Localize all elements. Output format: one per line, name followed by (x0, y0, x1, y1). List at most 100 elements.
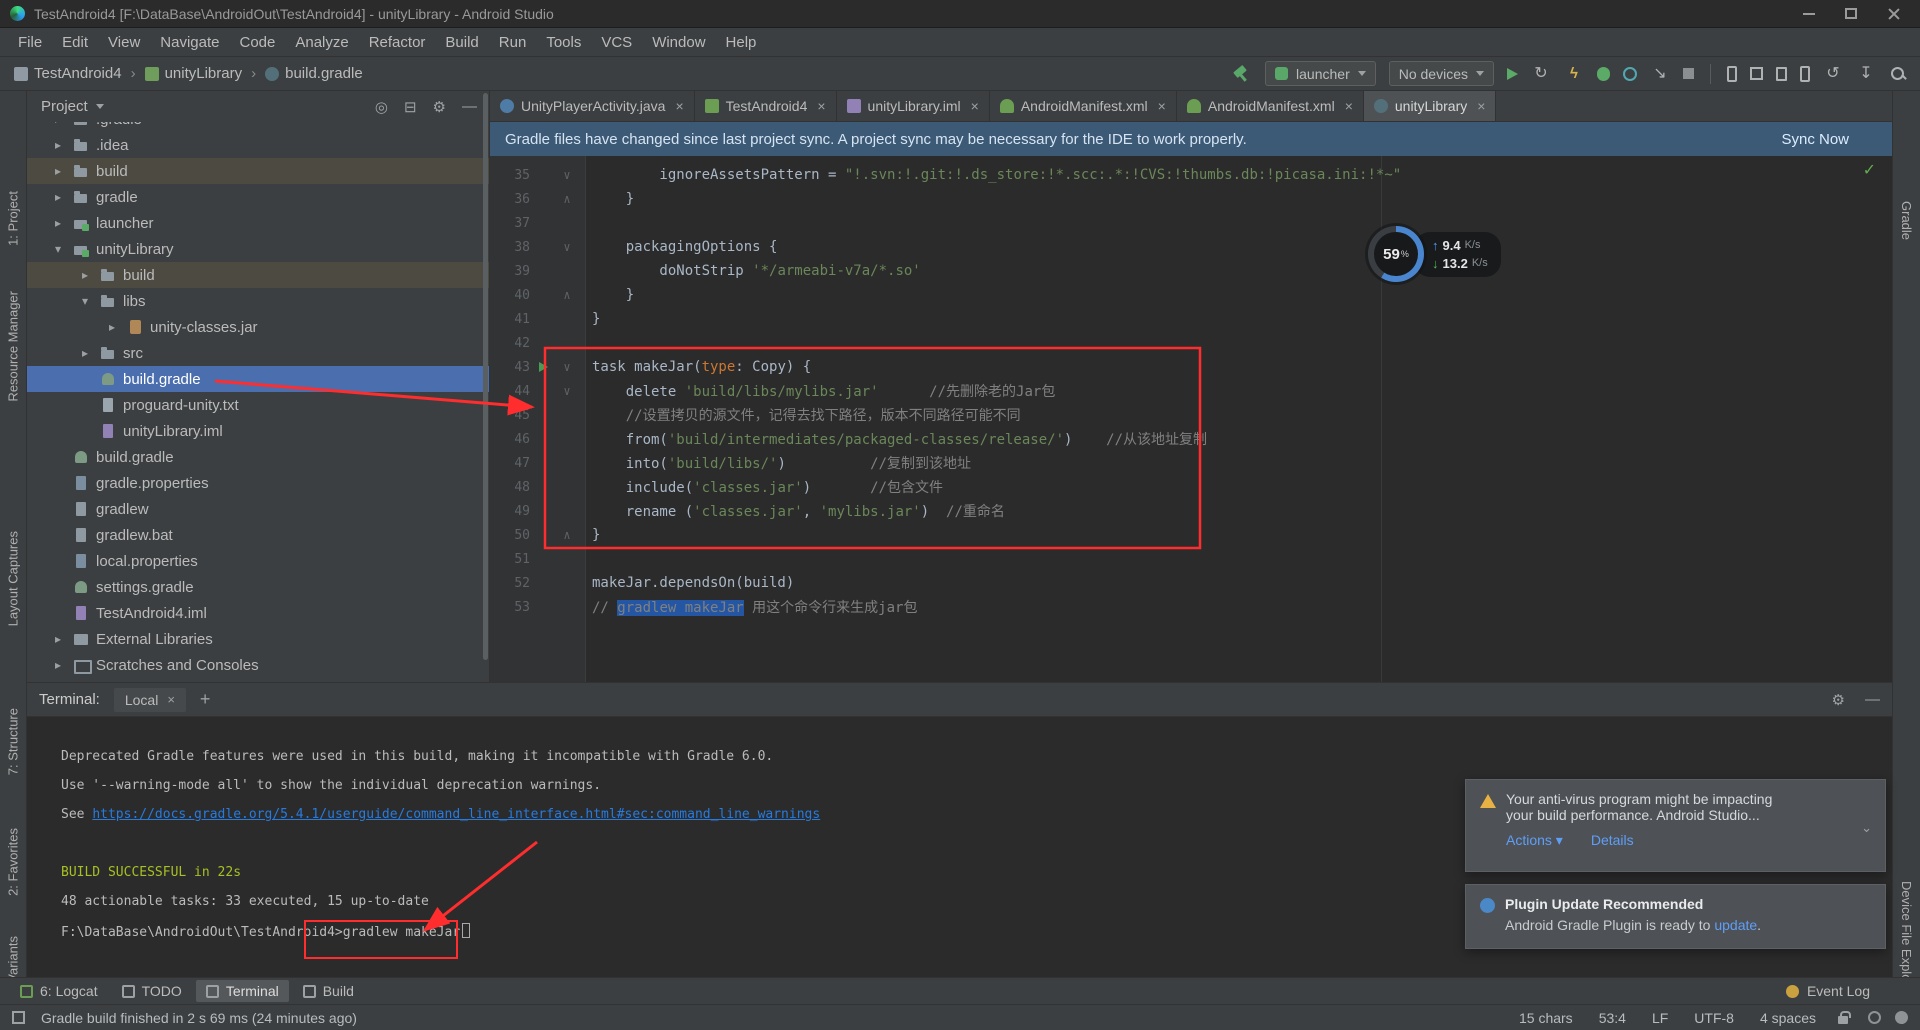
fold-icon[interactable]: ∨ (556, 168, 578, 182)
status-widget-lf[interactable]: LF (1652, 1010, 1668, 1026)
layout-inspector-button[interactable] (1750, 67, 1763, 80)
menu-item-run[interactable]: Run (489, 31, 537, 54)
fold-icon[interactable]: ∧ (556, 528, 578, 542)
collapse-all-icon[interactable]: ⊟ (404, 98, 417, 116)
menu-item-analyze[interactable]: Analyze (285, 31, 358, 54)
tree-item-settings-gradle[interactable]: settings.gradle (27, 574, 489, 600)
tree-item-gradle[interactable]: ▸ .gradle (27, 122, 489, 132)
chevron-right-icon[interactable]: ▸ (82, 346, 100, 360)
apply-code-changes-button[interactable]: ϟ (1564, 64, 1584, 84)
close-icon[interactable]: × (167, 692, 175, 707)
run-button[interactable] (1507, 67, 1518, 80)
tree-item-build-gradle[interactable]: build.gradle (27, 366, 489, 392)
sdk-manager-button[interactable]: ↧ (1856, 64, 1876, 84)
tree-item-build[interactable]: ▸ build (27, 262, 489, 288)
hide-panel-icon[interactable]: — (462, 98, 477, 115)
chevron-right-icon[interactable]: ▸ (55, 190, 73, 204)
device-manager-button[interactable] (1727, 65, 1737, 82)
notifications-icon[interactable] (1895, 1011, 1908, 1024)
tree-item-idea[interactable]: ▸ .idea (27, 132, 489, 158)
avd-manager-button[interactable] (1800, 65, 1810, 82)
lock-icon[interactable] (1838, 1010, 1851, 1024)
tree-item-src[interactable]: ▸ src (27, 340, 489, 366)
tree-item-gradlew[interactable]: gradlew (27, 496, 489, 522)
run-gutter-icon[interactable] (530, 362, 556, 372)
attach-debugger-button[interactable]: ↘ (1650, 64, 1670, 84)
tree-item-external-libraries[interactable]: ▸ External Libraries (27, 626, 489, 652)
tab-unitylibrary[interactable]: unityLibrary × (1363, 91, 1497, 121)
code-editor[interactable]: ✓ 35 ∨ ignoreAssetsPattern = "!.svn:!.git… (490, 156, 1892, 682)
tool-button-6-logcat[interactable]: 6: Logcat (10, 980, 108, 1002)
minimize-button[interactable] (1803, 12, 1815, 15)
tree-item-scratches-and-consoles[interactable]: ▸ Scratches and Consoles (27, 652, 489, 678)
update-link[interactable]: update (1714, 917, 1757, 933)
stop-button[interactable] (1683, 68, 1694, 79)
search-everywhere-button[interactable] (1889, 65, 1906, 82)
tool-button-terminal[interactable]: Terminal (195, 980, 289, 1002)
close-tab-icon[interactable]: × (1345, 98, 1353, 114)
tool-window-switcher-icon[interactable] (12, 1011, 25, 1024)
actions-dropdown-link[interactable]: Actions ▾ (1506, 832, 1563, 849)
close-tab-icon[interactable]: × (1158, 98, 1166, 114)
chevron-right-icon[interactable]: ▸ (55, 138, 73, 152)
menu-item-window[interactable]: Window (642, 31, 715, 54)
tool-button-2-favorites[interactable]: 2: Favorites (6, 828, 21, 896)
tab-androidmanifest-xml[interactable]: AndroidManifest.xml × (990, 91, 1177, 121)
breadcrumb-item-build-gradle[interactable]: build.gradle (265, 65, 363, 82)
menu-item-file[interactable]: File (8, 31, 52, 54)
apply-changes-button[interactable]: ↻ (1531, 64, 1551, 84)
menu-item-vcs[interactable]: VCS (591, 31, 642, 54)
chevron-down-icon[interactable]: ▾ (55, 242, 73, 256)
status-widget-4-spaces[interactable]: 4 spaces (1760, 1010, 1816, 1026)
tree-item-proguard-unity-txt[interactable]: proguard-unity.txt (27, 392, 489, 418)
tab-androidmanifest-xml[interactable]: AndroidManifest.xml × (1177, 91, 1364, 121)
terminal-tab-local[interactable]: Local × (113, 687, 186, 712)
chevron-right-icon[interactable]: ▸ (109, 320, 127, 334)
gear-icon[interactable]: ⚙ (433, 98, 446, 116)
chevron-right-icon[interactable]: ▸ (55, 658, 73, 672)
chevron-down-icon[interactable] (95, 104, 104, 109)
fold-icon[interactable]: ∧ (556, 288, 578, 302)
close-tab-icon[interactable]: × (817, 98, 825, 114)
maximize-button[interactable] (1845, 8, 1857, 19)
menu-item-navigate[interactable]: Navigate (150, 31, 229, 54)
run-configuration-select[interactable]: launcher (1265, 61, 1376, 86)
analyze-apk-button[interactable] (1776, 66, 1787, 81)
menu-item-build[interactable]: Build (435, 31, 488, 54)
chevron-right-icon[interactable]: ▸ (55, 632, 73, 646)
sync-project-button[interactable]: ↺ (1823, 64, 1843, 84)
tool-button-resource-manager[interactable]: Resource Manager (6, 291, 21, 402)
event-log-button[interactable]: Event Log (1785, 983, 1870, 999)
chevron-down-icon[interactable]: ⌄ (1861, 820, 1872, 836)
chevron-right-icon[interactable]: ▸ (55, 164, 73, 178)
breadcrumb-item-testandroid4[interactable]: TestAndroid4 (14, 65, 122, 82)
close-tab-icon[interactable]: × (971, 98, 979, 114)
tool-button-layout-captures[interactable]: Layout Captures (6, 531, 21, 626)
chevron-right-icon[interactable]: ▸ (55, 216, 73, 230)
locate-file-icon[interactable]: ◎ (375, 98, 388, 116)
tree-item-libs[interactable]: ▾ libs (27, 288, 489, 314)
tab-unityplayeractivity-java[interactable]: UnityPlayerActivity.java × (490, 91, 695, 121)
status-widget-15-chars[interactable]: 15 chars (1519, 1010, 1573, 1026)
chevron-down-icon[interactable]: ▾ (82, 294, 100, 308)
tool-button-build[interactable]: Build (293, 980, 364, 1002)
terminal-link[interactable]: https://docs.gradle.org/5.4.1/userguide/… (92, 807, 820, 822)
tree-item-gradle[interactable]: ▸ gradle (27, 184, 489, 210)
close-tab-icon[interactable]: × (675, 98, 683, 114)
tab-testandroid4[interactable]: TestAndroid4 × (695, 91, 837, 121)
project-scrollbar[interactable] (483, 93, 488, 678)
project-panel-title[interactable]: Project (41, 98, 88, 115)
fold-icon[interactable]: ∨ (556, 384, 578, 398)
status-widget-53-4[interactable]: 53:4 (1599, 1010, 1626, 1026)
menu-item-edit[interactable]: Edit (52, 31, 98, 54)
new-terminal-session-button[interactable]: + (200, 689, 211, 710)
sync-now-link[interactable]: Sync Now (1781, 131, 1849, 148)
indicator-icon[interactable] (1868, 1011, 1881, 1024)
tree-item-unitylibrary-iml[interactable]: unityLibrary.iml (27, 418, 489, 444)
fold-icon[interactable]: ∨ (556, 360, 578, 374)
tree-item-gradlew-bat[interactable]: gradlew.bat (27, 522, 489, 548)
menu-item-tools[interactable]: Tools (536, 31, 591, 54)
gear-icon[interactable]: ⚙ (1832, 691, 1845, 709)
profile-button[interactable] (1623, 66, 1637, 81)
tool-button-7-structure[interactable]: 7: Structure (6, 708, 21, 775)
